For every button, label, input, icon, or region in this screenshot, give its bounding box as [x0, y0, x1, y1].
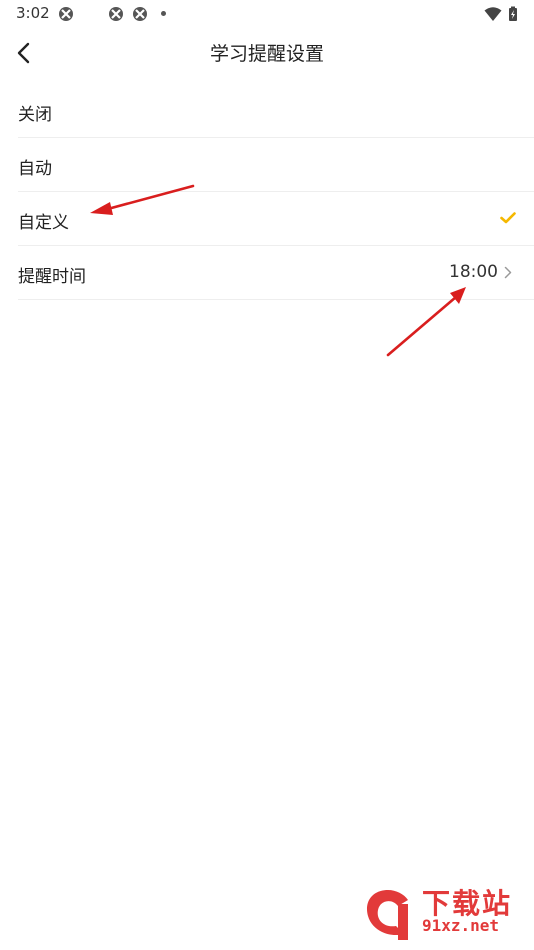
app-notification-icon	[59, 7, 73, 21]
option-custom[interactable]: 自定义	[18, 192, 534, 246]
option-auto[interactable]: 自动	[18, 138, 534, 192]
watermark-logo: 下载站 91xz.net	[358, 882, 530, 946]
more-dot-icon	[161, 11, 166, 16]
app-notification-icon	[109, 7, 123, 21]
status-time: 3:02	[16, 4, 50, 22]
settings-list: 关闭 自动 自定义 提醒时间 18:00	[18, 84, 534, 300]
status-bar: 3:02	[0, 0, 534, 28]
watermark-en: 91xz.net	[422, 916, 500, 935]
option-label: 自定义	[18, 213, 69, 233]
chevron-right-icon	[504, 266, 512, 279]
option-label: 关闭	[18, 105, 52, 125]
app-header: 学习提醒设置	[0, 28, 534, 76]
check-icon	[500, 212, 516, 224]
wifi-icon	[484, 7, 502, 21]
option-off[interactable]: 关闭	[18, 84, 534, 138]
page-title: 学习提醒设置	[209, 43, 324, 65]
app-notification-icon	[133, 7, 147, 21]
option-label: 自动	[18, 159, 52, 179]
battery-icon	[509, 6, 517, 21]
watermark-mark	[366, 890, 408, 940]
reminder-time-value: 18:00	[449, 262, 498, 282]
reminder-time-row[interactable]: 提醒时间 18:00	[18, 246, 534, 300]
reminder-time-label: 提醒时间	[18, 267, 86, 287]
